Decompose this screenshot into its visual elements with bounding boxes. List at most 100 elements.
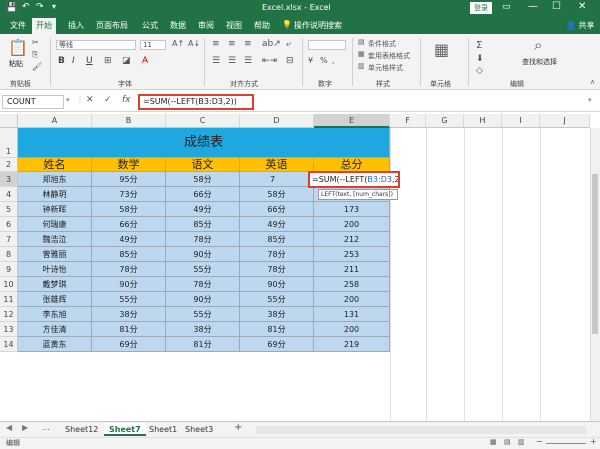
- row-header[interactable]: 3: [0, 172, 18, 187]
- data-cell[interactable]: 曾雅丽: [18, 247, 92, 262]
- data-cell[interactable]: 魏浩泣: [18, 232, 92, 247]
- row-header[interactable]: 4: [0, 187, 18, 202]
- row-header[interactable]: 1: [0, 128, 18, 158]
- header-cell[interactable]: 总分: [314, 158, 390, 172]
- row-header[interactable]: 12: [0, 307, 18, 322]
- ribbon-options-icon[interactable]: ▭: [502, 2, 511, 12]
- font-color-icon[interactable]: A: [142, 56, 148, 66]
- data-cell[interactable]: 66分: [240, 202, 314, 217]
- add-sheet-button[interactable]: +: [234, 422, 242, 433]
- zoom-out-button[interactable]: −: [536, 437, 543, 446]
- data-cell[interactable]: 钟新晖: [18, 202, 92, 217]
- data-cell[interactable]: 85分: [166, 217, 240, 232]
- sheet-tab-sheet3[interactable]: Sheet3: [180, 423, 218, 436]
- cell-style-icon[interactable]: ▥: [358, 62, 365, 70]
- data-cell[interactable]: 200: [314, 292, 390, 307]
- data-cell[interactable]: 叶诗怡: [18, 262, 92, 277]
- row-header[interactable]: 5: [0, 202, 18, 217]
- data-cell[interactable]: 蓝黄东: [18, 337, 92, 352]
- currency-icon[interactable]: ¥: [308, 56, 313, 65]
- next-sheet-icon[interactable]: ▶: [22, 423, 28, 432]
- menu-insert[interactable]: 插入: [64, 19, 88, 32]
- data-cell[interactable]: 258: [314, 277, 390, 292]
- formula-input[interactable]: =SUM(--LEFT(B3:D3,2)): [138, 94, 254, 110]
- copy-icon[interactable]: ⎘: [32, 50, 38, 60]
- indent-icon[interactable]: ⇤⇥: [262, 56, 277, 66]
- data-cell[interactable]: 49分: [166, 202, 240, 217]
- page-break-view-icon[interactable]: ▥: [518, 438, 525, 446]
- align-middle-icon[interactable]: ≡: [228, 39, 236, 49]
- font-size-select[interactable]: 11: [140, 40, 166, 50]
- row-header[interactable]: 6: [0, 217, 18, 232]
- orientation-icon[interactable]: ab↗: [262, 39, 281, 49]
- header-cell[interactable]: 数学: [92, 158, 166, 172]
- normal-view-icon[interactable]: ▦: [490, 438, 497, 446]
- data-cell[interactable]: 58分: [166, 172, 240, 187]
- merge-center-icon[interactable]: ⊟: [286, 56, 294, 66]
- format-painter-icon[interactable]: 🖌: [32, 62, 42, 71]
- prev-sheet-icon[interactable]: ◀: [6, 423, 12, 432]
- comma-icon[interactable]: ,: [332, 56, 335, 65]
- underline-button[interactable]: U: [86, 56, 93, 66]
- sheet-tab-sheet12[interactable]: Sheet12: [60, 423, 103, 436]
- redo-icon[interactable]: ↷: [36, 2, 44, 12]
- italic-button[interactable]: I: [72, 56, 75, 66]
- data-cell[interactable]: 95分: [92, 172, 166, 187]
- row-header[interactable]: 11: [0, 292, 18, 307]
- column-header[interactable]: A: [18, 114, 92, 128]
- align-bottom-icon[interactable]: ≡: [244, 39, 252, 49]
- data-cell[interactable]: 66分: [92, 217, 166, 232]
- data-cell[interactable]: 49分: [92, 232, 166, 247]
- data-cell[interactable]: 90分: [240, 277, 314, 292]
- column-header[interactable]: B: [92, 114, 166, 128]
- tell-me-search[interactable]: 操作说明搜索: [294, 20, 342, 31]
- data-cell[interactable]: 78分: [240, 247, 314, 262]
- column-header[interactable]: I: [502, 114, 540, 128]
- menu-review[interactable]: 审阅: [194, 19, 218, 32]
- data-cell[interactable]: 66分: [166, 187, 240, 202]
- name-box[interactable]: COUNT: [2, 95, 64, 109]
- formula-edit-cell[interactable]: =SUM(--LEFT(B3:D3,2)): [308, 171, 400, 188]
- menu-data[interactable]: 数据: [166, 19, 190, 32]
- column-header[interactable]: G: [426, 114, 464, 128]
- column-header[interactable]: F: [390, 114, 426, 128]
- column-header[interactable]: J: [540, 114, 590, 128]
- menu-formulas[interactable]: 公式: [138, 19, 162, 32]
- data-cell[interactable]: 林静玥: [18, 187, 92, 202]
- data-cell[interactable]: 58分: [92, 202, 166, 217]
- data-cell[interactable]: 173: [314, 202, 390, 217]
- menu-help[interactable]: 帮助: [250, 19, 274, 32]
- data-cell[interactable]: 郑旭东: [18, 172, 92, 187]
- data-cell[interactable]: 78分: [166, 232, 240, 247]
- customize-qat-icon[interactable]: ▾: [52, 2, 56, 11]
- header-cell[interactable]: 姓名: [18, 158, 92, 172]
- data-cell[interactable]: 38分: [92, 307, 166, 322]
- find-select-button[interactable]: 查找和选择: [522, 57, 557, 67]
- row-header[interactable]: 8: [0, 247, 18, 262]
- column-header[interactable]: H: [464, 114, 502, 128]
- name-box-dropdown-icon[interactable]: ▾: [66, 96, 70, 104]
- row-header[interactable]: 10: [0, 277, 18, 292]
- column-header[interactable]: C: [166, 114, 240, 128]
- data-cell[interactable]: 81分: [166, 337, 240, 352]
- maximize-icon[interactable]: ☐: [552, 1, 561, 12]
- table-format-button[interactable]: 套用表格格式: [368, 51, 410, 61]
- data-cell[interactable]: 方佳清: [18, 322, 92, 337]
- data-cell[interactable]: 85分: [240, 232, 314, 247]
- save-icon[interactable]: 💾: [6, 3, 17, 13]
- data-cell[interactable]: 李东旭: [18, 307, 92, 322]
- row-header[interactable]: 7: [0, 232, 18, 247]
- select-all-corner[interactable]: [0, 114, 18, 128]
- collapse-ribbon-icon[interactable]: ∧: [590, 78, 595, 86]
- data-cell[interactable]: 49分: [240, 217, 314, 232]
- worksheet-grid[interactable]: ABCDEFGHIJ 1 2 3 4 5 6 7 8 9 10 11 12 13 14 成绩表 姓名 数学语…: [0, 114, 600, 421]
- data-cell[interactable]: 7: [240, 172, 314, 187]
- font-name-select[interactable]: 等线: [56, 40, 136, 50]
- align-center-icon[interactable]: ☰: [228, 56, 236, 66]
- horizontal-scrollbar[interactable]: [256, 426, 586, 434]
- wrap-text-icon[interactable]: ⤶: [286, 39, 291, 49]
- data-cell[interactable]: 58分: [240, 187, 314, 202]
- insert-function-button[interactable]: fx: [122, 95, 131, 105]
- close-icon[interactable]: ✕: [578, 1, 586, 12]
- data-cell[interactable]: 78分: [92, 262, 166, 277]
